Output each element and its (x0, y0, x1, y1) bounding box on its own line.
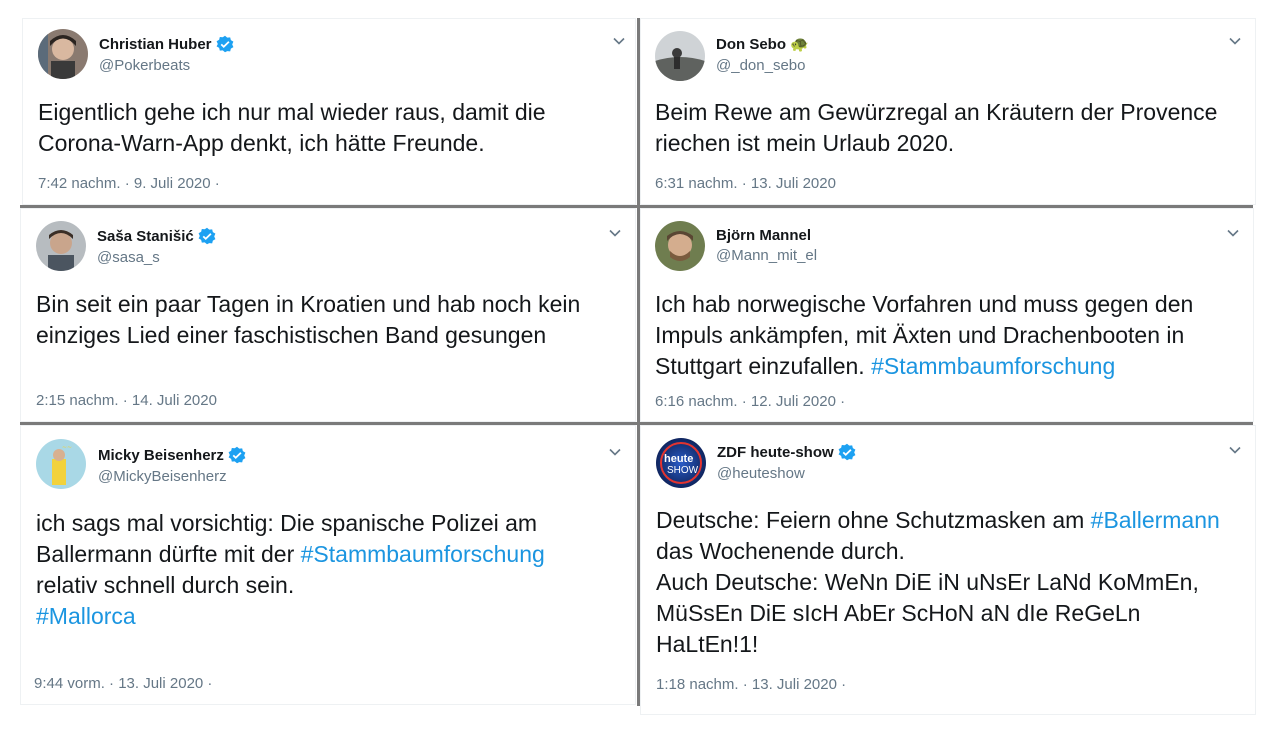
author-name[interactable]: Don Sebo 🐢 (716, 35, 809, 54)
author-handle[interactable]: @_don_sebo (716, 57, 805, 74)
author-name-text[interactable]: Björn Mannel (716, 227, 811, 244)
avatar[interactable]: ~~ (36, 439, 86, 489)
tweet-timestamp[interactable]: 6:16 nachm. · 12. Juli 2020 · (655, 393, 845, 410)
hashtag-link[interactable]: #Stammbaumforschung (301, 541, 545, 567)
svg-text:heute: heute (664, 453, 693, 465)
avatar[interactable] (655, 221, 705, 271)
turtle-emoji-icon: 🐢 (790, 36, 809, 53)
tweet-card[interactable]: heute SHOW ZDF heute-show @heuteshow Deut… (640, 425, 1256, 715)
tweet-text: Eigentlich gehe ich nur mal wieder raus,… (38, 97, 628, 159)
avatar[interactable] (655, 31, 705, 81)
author-handle[interactable]: @heuteshow (717, 465, 805, 482)
author-handle[interactable]: @Mann_mit_el (716, 247, 817, 264)
svg-text:~~: ~~ (62, 444, 72, 451)
chevron-down-icon[interactable] (1225, 225, 1241, 241)
author-handle[interactable]: @Pokerbeats (99, 57, 190, 74)
tweet-text-segment: relativ schnell durch sein. (36, 572, 295, 598)
tweet-text: Ich hab norwegische Vorfahren und muss g… (655, 289, 1245, 382)
chevron-down-icon[interactable] (1227, 442, 1243, 458)
tweet-text: Deutsche: Feiern ohne Schutzmasken am #B… (656, 505, 1251, 660)
tweet-timestamp[interactable]: 2:15 nachm. · 14. Juli 2020 (36, 392, 217, 409)
avatar[interactable]: heute SHOW (656, 438, 706, 488)
tweet-text: Beim Rewe am Gewürzregal an Kräutern der… (655, 97, 1245, 159)
author-handle[interactable]: @MickyBeisenherz (98, 468, 227, 485)
tweet-timestamp[interactable]: 1:18 nachm. · 13. Juli 2020 · (656, 676, 846, 693)
hashtag-link[interactable]: #Ballermann (1091, 507, 1220, 533)
author-name-text[interactable]: Micky Beisenherz (98, 447, 224, 464)
author-handle[interactable]: @sasa_s (97, 249, 160, 266)
tweet-text: ich sags mal vorsichtig: Die spanische P… (36, 508, 631, 632)
tweet-text-segment: das Wochenende durch. Auch Deutsche: WeN… (656, 538, 1199, 657)
tweet-timestamp[interactable]: 6:31 nachm. · 13. Juli 2020 (655, 175, 836, 192)
tweet-text: Bin seit ein paar Tagen in Kroatien und … (36, 289, 631, 351)
author-name-text[interactable]: Christian Huber (99, 36, 212, 53)
chevron-down-icon[interactable] (611, 33, 627, 49)
tweet-text-segment: Bin seit ein paar Tagen in Kroatien und … (36, 291, 581, 348)
tweet-card[interactable]: Björn Mannel @Mann_mit_el Ich hab norweg… (640, 208, 1254, 422)
tweet-card[interactable]: Don Sebo 🐢 @_don_sebo Beim Rewe am Gewür… (640, 18, 1256, 205)
avatar[interactable] (38, 29, 88, 79)
hashtag-link[interactable]: #Mallorca (36, 603, 136, 629)
author-name-text[interactable]: ZDF heute-show (717, 444, 834, 461)
tweet-timestamp[interactable]: 9:44 vorm. · 13. Juli 2020 · (34, 675, 212, 692)
chevron-down-icon[interactable] (1227, 33, 1243, 49)
tweet-timestamp[interactable]: 7:42 nachm. · 9. Juli 2020 · (38, 175, 220, 192)
author-name[interactable]: Björn Mannel (716, 227, 811, 244)
verified-badge-icon (228, 446, 246, 464)
tweet-card[interactable]: Christian Huber @Pokerbeats Eigentlich g… (22, 18, 636, 205)
tweet-text-segment: Eigentlich gehe ich nur mal wieder raus,… (38, 99, 546, 156)
tweet-text-segment: Beim Rewe am Gewürzregal an Kräutern der… (655, 99, 1218, 156)
verified-badge-icon (216, 35, 233, 53)
author-name-text[interactable]: Don Sebo (716, 36, 786, 53)
avatar[interactable] (36, 221, 86, 271)
author-name-text[interactable]: Saša Stanišić (97, 228, 194, 245)
svg-text:SHOW: SHOW (667, 465, 699, 476)
chevron-down-icon[interactable] (607, 444, 623, 460)
author-name[interactable]: Saša Stanišić (97, 227, 216, 245)
author-name[interactable]: Christian Huber (99, 35, 234, 53)
verified-badge-icon (198, 227, 216, 245)
author-name[interactable]: ZDF heute-show (717, 443, 856, 461)
tweet-card[interactable]: ~~ Micky Beisenherz @MickyBeisenherz ich… (20, 425, 636, 705)
tweet-text-segment: Deutsche: Feiern ohne Schutzmasken am (656, 507, 1091, 533)
verified-badge-icon (838, 443, 856, 461)
chevron-down-icon[interactable] (607, 225, 623, 241)
author-name[interactable]: Micky Beisenherz (98, 446, 246, 464)
hashtag-link[interactable]: #Stammbaumforschung (871, 353, 1115, 379)
tweet-card[interactable]: Saša Stanišić @sasa_s Bin seit ein paar … (20, 208, 636, 422)
